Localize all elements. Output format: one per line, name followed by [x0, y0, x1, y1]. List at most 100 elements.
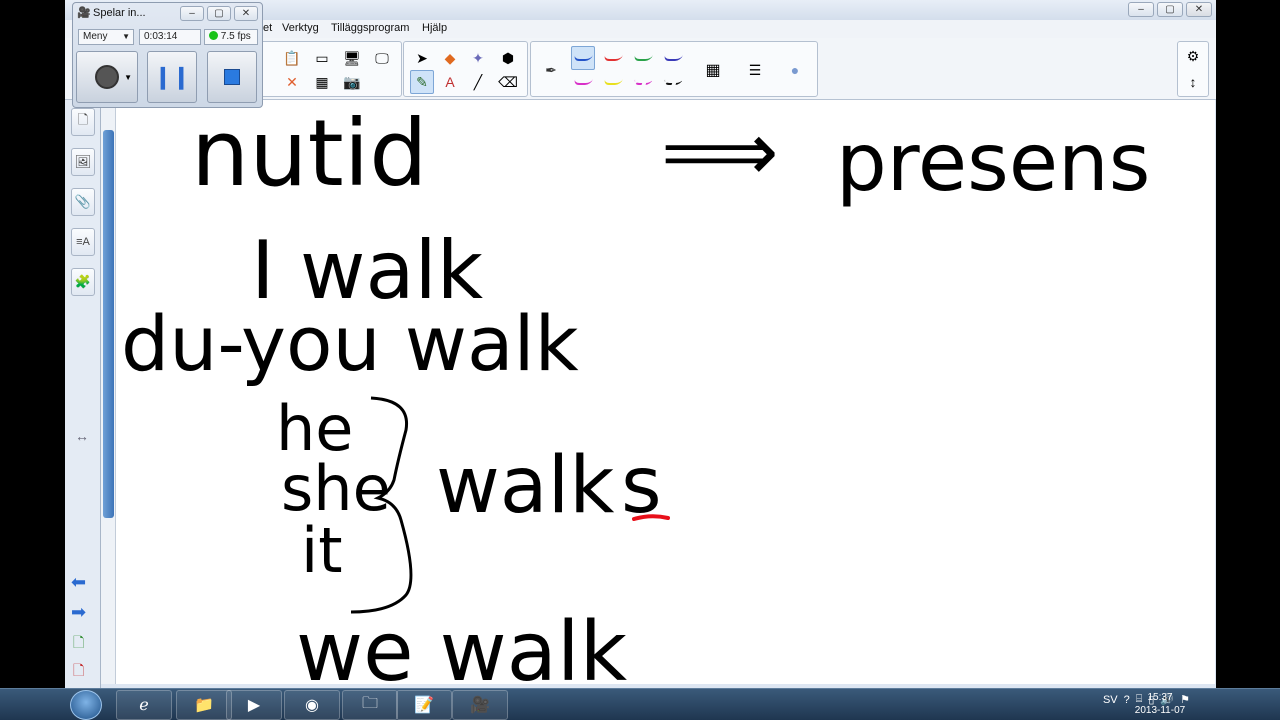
chrome-icon[interactable]: ◉	[284, 690, 340, 720]
panel-resize-icon[interactable]: ↔	[75, 428, 89, 444]
attachments-icon[interactable]: 📎	[71, 188, 95, 216]
record-icon	[95, 65, 119, 89]
word-du: du-	[121, 299, 245, 388]
arrow-icon: ⟹	[661, 105, 779, 200]
pause-icon: ❙❙	[153, 64, 191, 89]
table-icon[interactable]: ▦	[310, 70, 334, 94]
media-player-icon[interactable]: ▶	[226, 690, 282, 720]
recorder-minimize-button[interactable]: –	[180, 6, 204, 21]
recorder-close-button[interactable]: ✕	[234, 6, 258, 21]
pen-style-black-dashed[interactable]	[661, 70, 685, 94]
gear-icon[interactable]: ⚙	[1181, 44, 1205, 68]
pen-line	[662, 79, 684, 85]
document-camera-icon[interactable]: 📷	[340, 70, 364, 94]
minimize-button[interactable]: –	[1128, 2, 1154, 17]
clock[interactable]: 15:37 2013-11-07	[1130, 691, 1190, 717]
folder-icon[interactable]: 🗀	[342, 690, 398, 720]
window-controls: – ▢ ✕	[1128, 2, 1212, 17]
clock-date: 2013-11-07	[1134, 705, 1186, 716]
menu-item-help[interactable]: Hjälp	[422, 22, 447, 34]
recorder-menu-dropdown[interactable]: Meny ▼	[78, 29, 134, 45]
menu-item-partial[interactable]: et	[263, 22, 272, 34]
stop-button[interactable]	[207, 51, 257, 103]
magic-pen-icon[interactable]: ✦	[466, 46, 490, 70]
color-palette-icon[interactable]: ▦	[701, 58, 725, 82]
pen-line	[602, 55, 624, 61]
pen-line	[632, 55, 654, 61]
addons-puzzle-icon[interactable]: 🧩	[71, 268, 95, 296]
gallery-icon[interactable]: 🖼	[71, 148, 95, 176]
eraser-icon[interactable]: ⌫	[496, 70, 520, 94]
shapes-icon[interactable]: ◆	[438, 46, 462, 70]
text-icon[interactable]: A	[438, 70, 462, 94]
paste-icon[interactable]: 📋	[280, 46, 304, 70]
pen-line	[572, 79, 594, 85]
language-indicator[interactable]: SV	[1103, 694, 1118, 706]
move-toolbar-icon[interactable]: ↕	[1181, 70, 1205, 94]
record-button[interactable]: ▼	[76, 51, 138, 103]
pen-line	[662, 55, 684, 61]
recorder-window-controls: – ▢ ✕	[180, 6, 258, 21]
internet-explorer-icon[interactable]: ℯ	[116, 690, 172, 720]
transparency-icon[interactable]: ●	[783, 58, 807, 82]
recorder-menu-label: Meny	[83, 31, 108, 42]
screen-shade-icon[interactable]: ▭	[310, 46, 334, 70]
pen-style-yellow[interactable]	[601, 70, 625, 94]
file-explorer-icon[interactable]: 📁	[176, 690, 232, 720]
handwriting-layer: nutid ⟹ presens I walk du- you walk he s…	[121, 100, 1150, 684]
properties-icon[interactable]: ≡A	[71, 228, 95, 256]
side-panel: 🗋 🖼 📎 ≡A 🧩 ↔ ⬅ ➡ 🗋 🗋	[65, 100, 101, 688]
menu-item-addons[interactable]: Tilläggsprogram	[331, 22, 409, 34]
word-nutid: nutid	[191, 100, 428, 207]
close-button[interactable]: ✕	[1186, 2, 1212, 17]
word-presens: presens	[836, 116, 1150, 209]
vertical-scrollbar[interactable]	[101, 100, 116, 684]
pen-style-purple[interactable]	[661, 46, 685, 70]
pause-button[interactable]: ❙❙	[147, 51, 197, 103]
recorder-title: Spelar in...	[93, 7, 146, 19]
toolbar-group-pen-styles: ✒ ▦ ☰ ●	[530, 41, 818, 97]
stop-icon	[224, 69, 240, 85]
pen-line	[632, 79, 654, 85]
select-arrow-icon[interactable]: ➤	[410, 46, 434, 70]
recorder-window: 🎥 Spelar in... – ▢ ✕ Meny ▼ 0:03:14 7.5 …	[72, 2, 263, 108]
pen-line	[602, 79, 624, 85]
pen-style-blue[interactable]	[571, 46, 595, 70]
recorder-maximize-button[interactable]: ▢	[207, 6, 231, 21]
next-page-icon[interactable]: ➡	[71, 602, 86, 623]
pen-style-magenta-dashed[interactable]	[631, 70, 655, 94]
toolbar-group-settings: ⚙ ↕	[1177, 41, 1209, 97]
sentence-we-walk: we walk	[296, 605, 628, 684]
chevron-down-icon: ▼	[124, 72, 132, 82]
display-icon[interactable]: 🖵	[370, 46, 394, 70]
maximize-button[interactable]: ▢	[1157, 2, 1183, 17]
whiteboard-canvas[interactable]: nutid ⟹ presens I walk du- you walk he s…	[116, 100, 1215, 684]
letterbox-right	[1216, 0, 1280, 688]
pen-style-magenta[interactable]	[571, 70, 595, 94]
pens-icon[interactable]: ✎	[410, 70, 434, 94]
line-icon[interactable]: ╱	[466, 70, 490, 94]
delete-icon[interactable]: ✕	[280, 70, 304, 94]
pen-style-green[interactable]	[631, 46, 655, 70]
screen: – ▢ ✕ et Verktyg Tilläggsprogram Hjälp 📋…	[0, 0, 1280, 720]
delete-page-icon[interactable]: 🗋	[73, 660, 84, 684]
start-button[interactable]	[70, 690, 102, 720]
line-style-icon[interactable]: ☰	[743, 58, 767, 82]
chevron-down-icon: ▼	[122, 32, 130, 41]
notebook-icon[interactable]: 📝	[396, 690, 452, 720]
help-icon[interactable]: ?	[1124, 694, 1130, 706]
pen-style-red[interactable]	[601, 46, 625, 70]
word-walk-stem: walk	[436, 441, 614, 531]
capture-icon[interactable]: 🖥	[340, 46, 364, 70]
taskbar: ℯ 📁 ▶ ◉ 🗀 📝 🎥 SV ? ⌸ ▯ 🔊 ⚑ 15:37 2013-11…	[0, 688, 1280, 720]
menu-item-tools[interactable]: Verktyg	[282, 22, 319, 34]
recorder-fps-value: 7.5 fps	[220, 31, 251, 42]
recording-status-dot	[209, 31, 218, 40]
scroll-thumb[interactable]	[103, 130, 114, 518]
previous-page-icon[interactable]: ⬅	[71, 572, 86, 593]
page-sorter-icon[interactable]: 🗋	[71, 108, 95, 136]
fill-icon[interactable]: ⬢	[496, 46, 520, 70]
add-page-icon[interactable]: 🗋	[73, 632, 84, 656]
pen-tool-icon[interactable]: ✒	[539, 58, 563, 82]
recorder-taskbar-icon[interactable]: 🎥	[452, 690, 508, 720]
